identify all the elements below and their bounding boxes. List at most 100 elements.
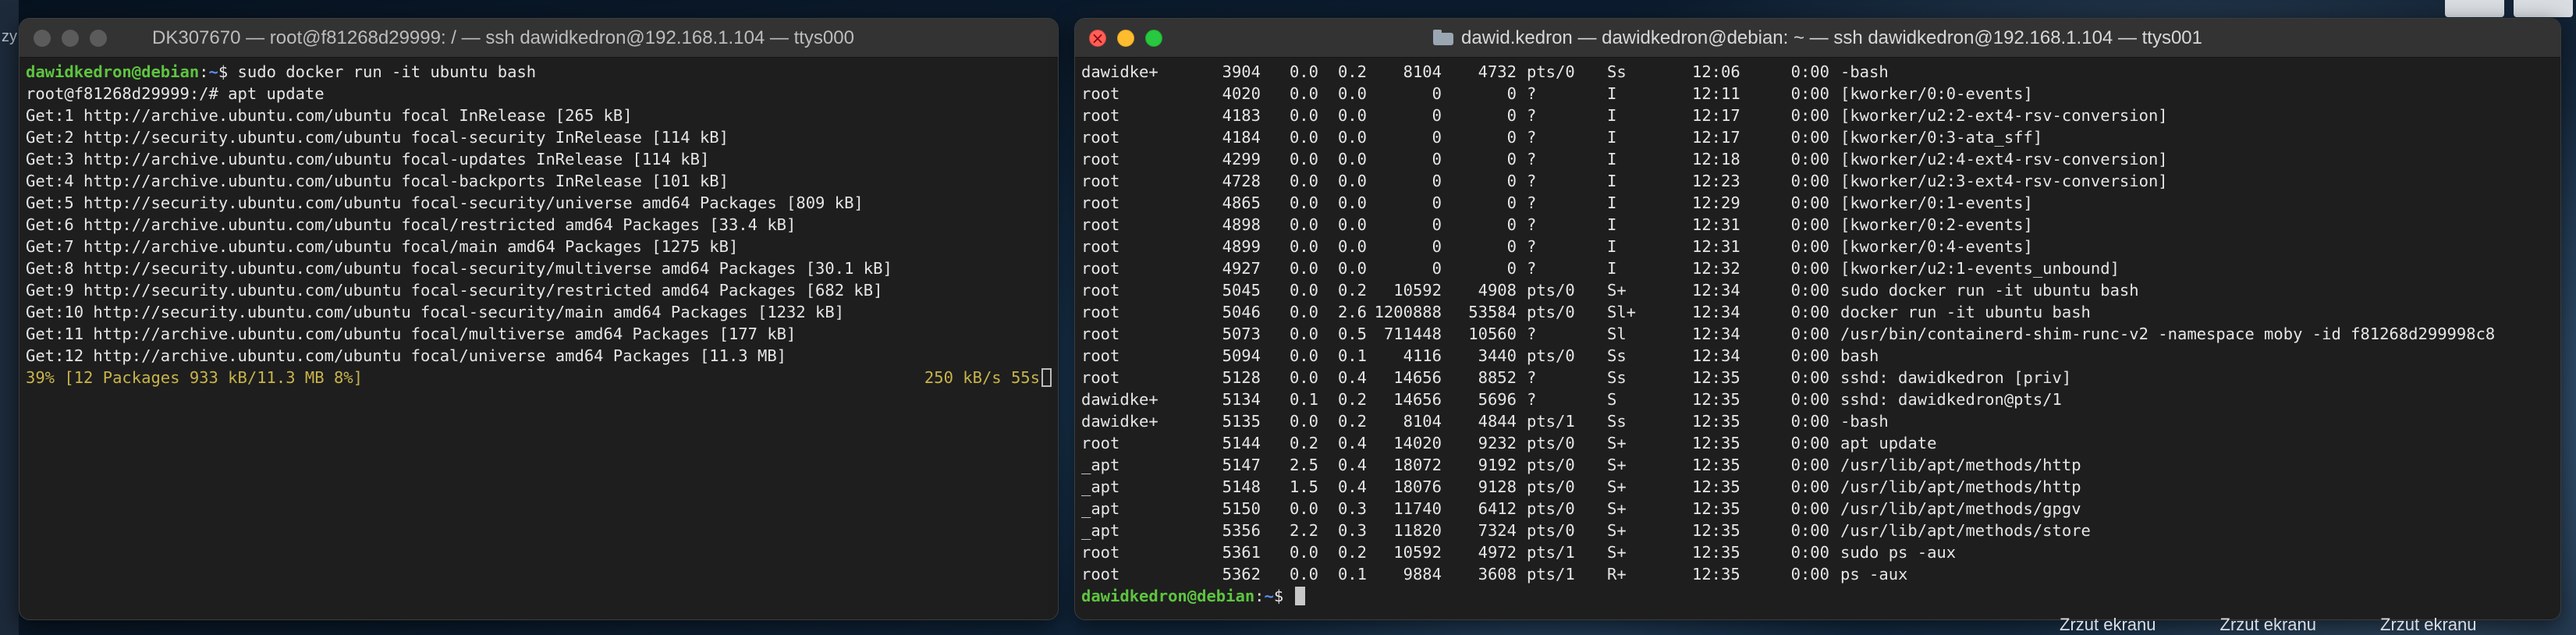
process-pid: 4899 xyxy=(1222,237,1261,256)
process-start: 12:31 xyxy=(1692,215,1740,234)
process-vsz: 0 xyxy=(1432,259,1442,278)
process-pid: 5148 xyxy=(1222,477,1261,496)
process-row: root 4299 0.0 0.0 0 0? I 12:18 0:00 [kworker/u2:4… xyxy=(1081,148,2554,170)
desktop-file-label[interactable]: Zrzut ekranu xyxy=(2060,615,2156,635)
process-cmd: /usr/lib/apt/methods/store xyxy=(1840,521,2091,540)
process-row: root 5144 0.2 0.4 14020 9232 pts/0 S+ 12:35 0:00 a… xyxy=(1081,432,2554,454)
process-time: 0:00 xyxy=(1790,412,1829,431)
process-start: 12:35 xyxy=(1692,368,1740,387)
title-bar[interactable]: DK307670 — root@f81268d29999: / — ssh da… xyxy=(20,19,1058,58)
process-tty: pts/0 xyxy=(1527,499,1575,518)
process-cpu: 0.0 xyxy=(1289,565,1318,584)
desktop-file-thumbnail[interactable] xyxy=(2514,0,2573,17)
minimize-icon[interactable] xyxy=(62,30,79,47)
process-rss: 3608 xyxy=(1478,565,1517,584)
process-vsz: 18076 xyxy=(1393,477,1442,496)
process-vsz: 1200888 xyxy=(1374,303,1442,321)
process-pid: 5128 xyxy=(1222,368,1261,387)
process-vsz: 0 xyxy=(1432,237,1442,256)
terminal-window-left[interactable]: DK307670 — root@f81268d29999: / — ssh da… xyxy=(19,18,1059,620)
process-user: root xyxy=(1081,346,1120,365)
terminal-output[interactable]: dawidkedron@debian:~$ sudo docker run -i… xyxy=(20,58,1058,388)
process-tty: ? xyxy=(1527,368,1537,387)
process-stat: I xyxy=(1607,150,1617,169)
process-cmd: [kworker/u2:1-events_unbound] xyxy=(1840,259,2120,278)
process-cpu: 0.0 xyxy=(1289,499,1318,518)
process-rss: 3440 xyxy=(1478,346,1517,365)
process-start: 12:35 xyxy=(1692,521,1740,540)
process-time: 0:00 xyxy=(1790,346,1829,365)
terminal-output[interactable]: dawidke+ 3904 0.0 0.2 8104 4732 pts/0 Ss 12:06 0:… xyxy=(1075,58,2560,607)
process-vsz: 4116 xyxy=(1403,346,1442,365)
window-controls xyxy=(34,30,107,47)
process-stat: I xyxy=(1607,259,1617,278)
desktop-screenshot-labels: Zrzut ekranu Zrzut ekranu Zrzut ekranu xyxy=(2060,615,2477,635)
desktop-file-label[interactable]: Zrzut ekranu xyxy=(2380,615,2477,635)
minimize-icon[interactable] xyxy=(1117,30,1134,47)
process-table: dawidke+ 3904 0.0 0.2 8104 4732 pts/0 Ss 12:06 0:… xyxy=(1081,61,2554,585)
process-mem: 0.0 xyxy=(1337,259,1367,278)
process-mem: 0.4 xyxy=(1337,456,1367,474)
terminal-window-right[interactable]: dawid.kedron — dawidkedron@debian: ~ — s… xyxy=(1074,18,2561,620)
desktop-file-label[interactable]: Zrzut ekranu xyxy=(2220,615,2317,635)
process-mem: 0.0 xyxy=(1337,84,1367,103)
process-cpu: 0.0 xyxy=(1289,237,1318,256)
process-start: 12:35 xyxy=(1692,543,1740,562)
process-pid: 5073 xyxy=(1222,325,1261,343)
process-mem: 0.4 xyxy=(1337,434,1367,452)
process-row: root 5128 0.0 0.4 14656 8852? Ss 12:35 0:00 sshd:… xyxy=(1081,367,2554,388)
progress-status: 39% [12 Packages 933 kB/11.3 MB 8%] xyxy=(26,368,363,387)
process-start: 12:18 xyxy=(1692,150,1740,169)
process-cmd: [kworker/u2:4-ext4-rsv-conversion] xyxy=(1840,150,2168,169)
process-cmd: /usr/lib/apt/methods/http xyxy=(1840,456,2081,474)
process-time: 0:00 xyxy=(1790,456,1829,474)
process-start: 12:34 xyxy=(1692,281,1740,300)
process-stat: S xyxy=(1607,390,1617,409)
window-title: dawid.kedron — dawidkedron@debian: ~ — s… xyxy=(1075,27,2560,49)
process-cpu: 2.2 xyxy=(1289,521,1318,540)
process-stat: Ss xyxy=(1607,346,1627,365)
process-rss: 4844 xyxy=(1478,412,1517,431)
background-window-edge: zy xyxy=(0,0,19,635)
desktop-file-thumbnail[interactable] xyxy=(2445,0,2504,17)
process-cmd: sudo ps -aux xyxy=(1840,543,1957,562)
process-stat: I xyxy=(1607,215,1617,234)
process-cpu: 0.0 xyxy=(1289,303,1318,321)
process-rss: 6412 xyxy=(1478,499,1517,518)
process-mem: 0.2 xyxy=(1337,543,1367,562)
cursor-icon xyxy=(1294,587,1305,605)
process-time: 0:00 xyxy=(1790,499,1829,518)
close-icon[interactable] xyxy=(34,30,51,47)
process-user: root xyxy=(1081,543,1120,562)
process-time: 0:00 xyxy=(1790,62,1829,81)
prompt-path: ~ xyxy=(1264,587,1274,605)
process-time: 0:00 xyxy=(1790,237,1829,256)
process-user: dawidke+ xyxy=(1081,62,1158,81)
process-row: root 4184 0.0 0.0 0 0? I 12:17 0:00 [kworker/0:3-… xyxy=(1081,126,2554,148)
process-mem: 0.0 xyxy=(1337,193,1367,212)
process-user: root xyxy=(1081,368,1120,387)
process-stat: S+ xyxy=(1607,477,1627,496)
process-vsz: 18072 xyxy=(1393,456,1442,474)
process-user: root xyxy=(1081,237,1120,256)
process-time: 0:00 xyxy=(1790,325,1829,343)
process-cmd: -bash xyxy=(1840,62,1889,81)
process-rss: 0 xyxy=(1506,259,1517,278)
close-icon[interactable] xyxy=(1089,28,1106,48)
process-stat: S+ xyxy=(1607,521,1627,540)
process-start: 12:29 xyxy=(1692,193,1740,212)
maximize-icon[interactable] xyxy=(90,30,107,47)
process-mem: 0.3 xyxy=(1337,499,1367,518)
process-start: 12:35 xyxy=(1692,565,1740,584)
process-cmd: /usr/lib/apt/methods/gpgv xyxy=(1840,499,2081,518)
progress-speed: 250 kB/s 55s xyxy=(924,367,1052,388)
process-stat: S+ xyxy=(1607,499,1627,518)
process-user: root xyxy=(1081,84,1120,103)
title-bar[interactable]: dawid.kedron — dawidkedron@debian: ~ — s… xyxy=(1075,19,2560,58)
process-cmd: apt update xyxy=(1840,434,1937,452)
root-prompt-line: root@f81268d29999:/# apt update xyxy=(26,84,325,103)
process-rss: 10560 xyxy=(1468,325,1517,343)
maximize-icon[interactable] xyxy=(1145,30,1162,47)
process-mem: 2.6 xyxy=(1337,303,1367,321)
process-rss: 0 xyxy=(1506,215,1517,234)
